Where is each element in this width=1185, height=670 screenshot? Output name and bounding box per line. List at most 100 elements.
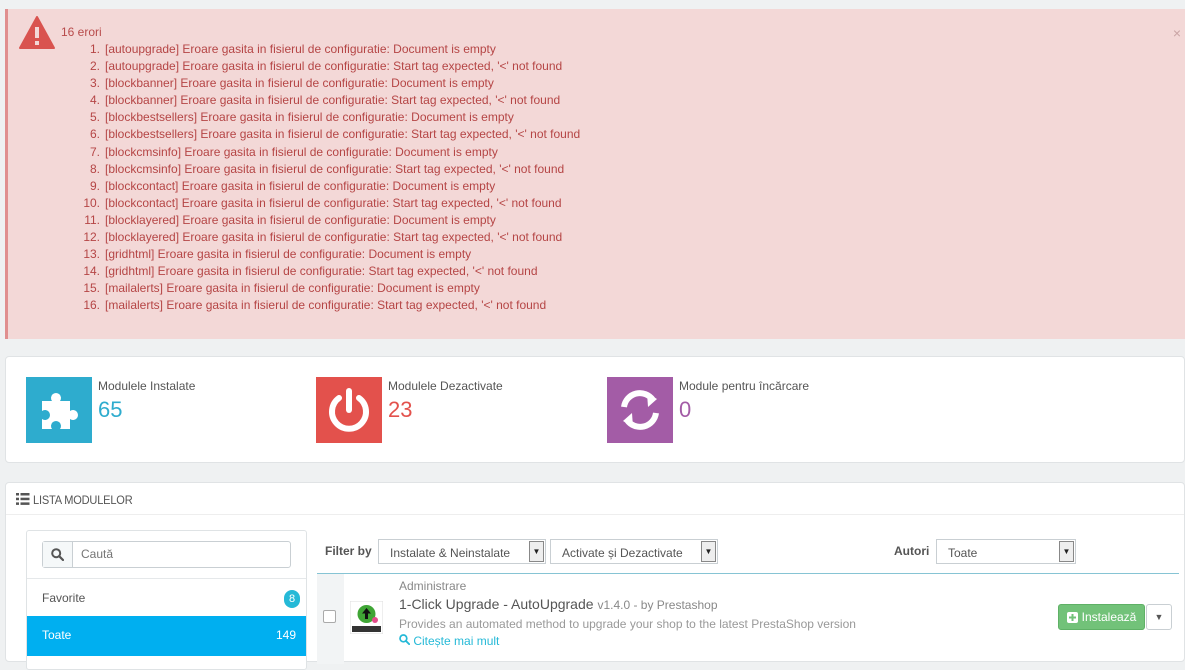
category-label: Favorite	[42, 591, 86, 605]
error-number: 3.	[89, 76, 100, 91]
stat-value: 65	[98, 397, 123, 422]
error-text: [blockbanner] Eroare gasita in fisierul …	[105, 93, 561, 108]
module-list-panel: LISTA MODULELOR Favorite 8 Toate 149 Fil…	[5, 482, 1185, 670]
filter-status-select[interactable]: Activate și Dezactivate ▼	[550, 539, 718, 564]
count-badge: 8	[284, 590, 300, 608]
error-text: [blockbanner] Eroare gasita in fisierul …	[105, 76, 494, 91]
error-item: 16. [mailalerts] Eroare gasita in fisieru…	[78, 297, 580, 314]
power-icon	[316, 377, 382, 443]
filter-label: Filter by	[325, 544, 372, 558]
module-description: Provides an automated method to upgrade …	[399, 617, 856, 631]
error-item: 11. [blocklayered] Eroare gasita in fisie…	[78, 212, 580, 229]
read-more-label: Citește mai mult	[413, 634, 500, 648]
error-number: 16.	[83, 298, 100, 313]
category-all[interactable]: Toate 149	[27, 616, 306, 656]
module-title: 1-Click Upgrade - AutoUpgrade v1.4.0 - b…	[399, 596, 718, 612]
error-text: [blockcmsinfo] Eroare gasita in fisierul…	[105, 144, 498, 159]
error-number: 6.	[89, 127, 100, 142]
error-text: [mailalerts] Eroare gasita in fisierul d…	[105, 298, 547, 313]
error-item: 7. [blockcmsinfo] Eroare gasita in fisier…	[78, 144, 580, 161]
error-item: 12. [blocklayered] Eroare gasita in fisie…	[78, 229, 580, 246]
module-name: 1-Click Upgrade - AutoUpgrade	[399, 596, 594, 612]
error-text: [blocklayered] Eroare gasita in fisierul…	[105, 230, 563, 245]
refresh-icon	[607, 377, 673, 443]
error-number: 5.	[89, 110, 100, 125]
module-checkbox[interactable]	[323, 610, 336, 623]
error-item: 15. [mailalerts] Eroare gasita in fisieru…	[78, 280, 580, 297]
category-favorites[interactable]: Favorite 8	[27, 578, 306, 616]
error-text: [autoupgrade] Eroare gasita in fisierul …	[105, 42, 496, 56]
module-version: v1.4.0 - by Prestashop	[597, 598, 718, 612]
select-value: Activate și Dezactivate	[562, 546, 683, 560]
puzzle-icon	[26, 377, 92, 443]
error-number: 11.	[84, 212, 100, 227]
error-item: 9. [blockcontact] Eroare gasita in fisier…	[78, 178, 580, 195]
chevron-down-icon: ▼	[701, 541, 716, 562]
close-icon[interactable]: ×	[1173, 25, 1181, 41]
search-input[interactable]	[81, 547, 281, 561]
error-number: 8.	[89, 161, 100, 176]
error-number: 14.	[83, 264, 100, 279]
error-text: [blockcmsinfo] Eroare gasita in fisierul…	[105, 161, 565, 176]
error-text: [gridhtml] Eroare gasita in fisierul de …	[105, 264, 538, 279]
error-list: 1. [autoupgrade] Eroare gasita in fisieru…	[78, 41, 580, 315]
error-item: 8. [blockcmsinfo] Eroare gasita in fisier…	[78, 161, 580, 178]
read-more-link[interactable]: Citește mai mult	[399, 634, 499, 648]
stat-label: Modulele Dezactivate	[388, 379, 503, 393]
stat-value: 0	[679, 397, 692, 422]
error-text: [mailalerts] Eroare gasita in fisierul d…	[105, 281, 480, 296]
category-count: 149	[275, 628, 296, 642]
error-number: 12.	[83, 230, 100, 245]
category-label: Toate	[42, 628, 72, 642]
stat-label: Module pentru încărcare	[679, 379, 810, 393]
search-box	[42, 541, 291, 568]
alert-title: 16 erori	[61, 25, 102, 39]
caret-down-icon: ▼	[1154, 612, 1164, 622]
install-button[interactable]: Instalează	[1058, 604, 1145, 630]
error-item: 6. [blockbestsellers] Eroare gasita in fi…	[78, 126, 580, 143]
error-number: 15.	[83, 281, 100, 296]
error-item: 1. [autoupgrade] Eroare gasita in fisieru…	[78, 41, 580, 58]
error-number: 10.	[83, 195, 100, 210]
panel-title: LISTA MODULELOR	[33, 493, 133, 507]
error-alert: 16 erori × 1. [autoupgrade] Eroare gasita…	[5, 9, 1185, 339]
error-number: 4.	[89, 93, 100, 108]
chevron-down-icon: ▼	[529, 541, 544, 562]
stat-label: Modulele Instalate	[98, 379, 196, 393]
authors-label: Autori	[894, 544, 930, 558]
install-dropdown-button[interactable]: ▼	[1146, 604, 1172, 630]
module-stats-panel: Modulele Instalate 65 Modulele Dezactiva…	[5, 356, 1185, 463]
stat-value: 23	[388, 397, 413, 422]
error-item: 10. [blockcontact] Eroare gasita in fisie…	[78, 195, 580, 212]
error-item: 14. [gridhtml] Eroare gasita in fisierul …	[78, 263, 580, 280]
plus-square-icon	[1066, 611, 1078, 623]
error-number: 13.	[83, 247, 100, 262]
error-number: 9.	[89, 178, 100, 193]
select-value: Instalate & Neinstalate	[390, 546, 511, 560]
error-item: 2. [autoupgrade] Eroare gasita in fisieru…	[78, 58, 580, 75]
module-logo	[349, 600, 384, 635]
search-icon[interactable]	[43, 542, 73, 567]
category-sidebar: Favorite 8 Toate 149	[26, 530, 307, 670]
panel-heading: LISTA MODULELOR	[6, 483, 1184, 515]
list-icon	[16, 493, 30, 505]
error-number: 1.	[89, 42, 100, 56]
error-text: [blocklayered] Eroare gasita in fisierul…	[105, 212, 496, 227]
module-category: Administrare	[399, 579, 467, 593]
filter-install-select[interactable]: Instalate & Neinstalate ▼	[378, 539, 546, 564]
warning-icon	[19, 16, 55, 49]
error-number: 2.	[89, 59, 100, 74]
error-text: [blockcontact] Eroare gasita in fisierul…	[105, 195, 562, 210]
error-text: [blockbestsellers] Eroare gasita in fisi…	[105, 110, 514, 125]
select-value: Toate	[948, 546, 978, 560]
chevron-down-icon: ▼	[1059, 541, 1074, 562]
error-text: [gridhtml] Eroare gasita in fisierul de …	[105, 247, 472, 262]
error-item: 5. [blockbestsellers] Eroare gasita in fi…	[78, 109, 580, 126]
error-item: 13. [gridhtml] Eroare gasita in fisierul …	[78, 246, 580, 263]
error-text: [blockcontact] Eroare gasita in fisierul…	[105, 178, 496, 193]
search-icon	[399, 634, 411, 646]
install-label: Instalează	[1081, 610, 1137, 624]
authors-select[interactable]: Toate ▼	[936, 539, 1076, 564]
error-text: [autoupgrade] Eroare gasita in fisierul …	[105, 59, 563, 74]
module-row: Administrare 1-Click Upgrade - AutoUpgra…	[317, 573, 1179, 664]
